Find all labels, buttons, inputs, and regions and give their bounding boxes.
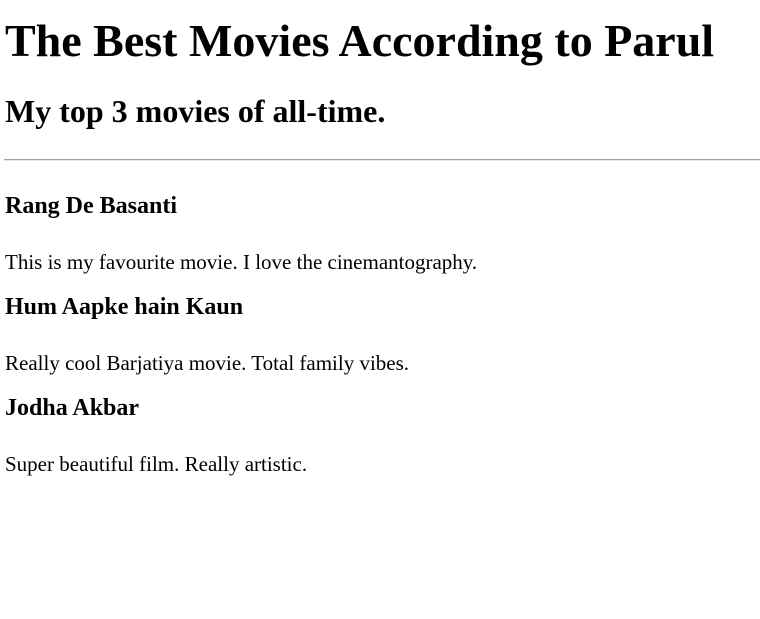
movie-title: Rang De Basanti [5,193,178,219]
movie-description: This is my favourite movie. I love the c… [5,250,478,274]
page-content: The Best Movies According to Parul My to… [0,15,760,477]
movie-description: Really cool Barjatiya movie. Total famil… [5,351,410,375]
movie-entry-rang-de-basanti: Rang De Basanti This is my favourite mov… [5,192,760,275]
movie-entry-hum-aapke-hain-kaun: Hum Aapke hain Kaun Really cool Barjatiy… [5,293,760,376]
movie-title: Jodha Akbar [5,395,140,421]
movie-entry-jodha-akbar: Jodha Akbar Super beautiful film. Really… [5,394,760,477]
movie-description: Super beautiful film. Really artistic. [5,452,308,476]
page-subtitle: My top 3 movies of all-time. [5,93,386,129]
movie-title: Hum Aapke hain Kaun [5,294,244,320]
page-title: The Best Movies According to Parul [5,15,715,66]
divider [4,159,760,161]
